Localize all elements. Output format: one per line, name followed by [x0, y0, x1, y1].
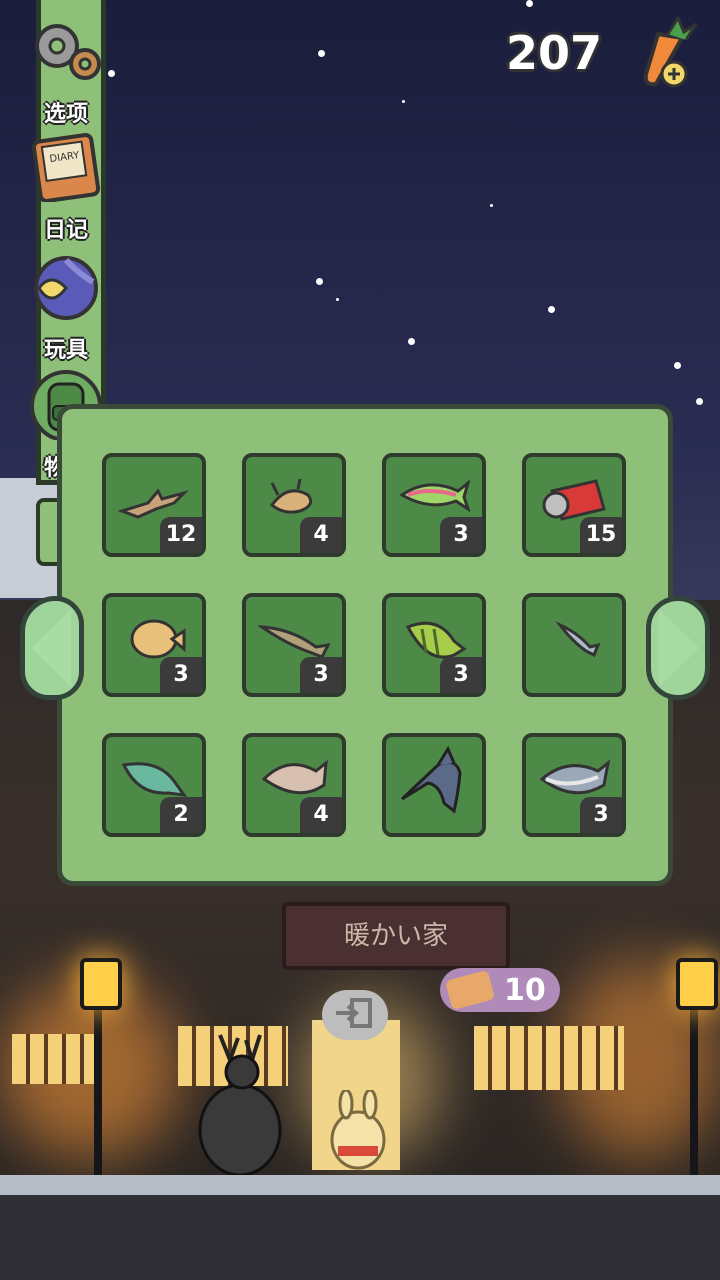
menu-label-options: 选项	[43, 102, 88, 127]
inventory-slot-grouper[interactable]: 2	[102, 733, 206, 837]
star	[526, 0, 533, 7]
street-lamp-post	[690, 990, 698, 1175]
previous-page-button[interactable]	[20, 596, 84, 700]
star	[490, 204, 493, 207]
star	[318, 50, 325, 57]
item-count: 15	[580, 517, 622, 553]
add-carrot-button[interactable]	[638, 14, 702, 94]
street-lamp	[676, 958, 718, 1010]
carrot-plus-icon	[643, 14, 698, 88]
diary-icon: DIARY	[27, 132, 105, 210]
inventory-slot-rainbow-trout[interactable]: 3	[382, 453, 486, 557]
chevron-right-icon	[659, 609, 699, 687]
inventory-slot-flounder[interactable]: 4	[242, 733, 346, 837]
street-lamp-post	[94, 990, 102, 1175]
inventory-slot-pike[interactable]: 3	[242, 593, 346, 697]
star	[696, 398, 703, 405]
road	[0, 1195, 720, 1280]
star	[316, 278, 323, 285]
shop-window	[12, 1034, 98, 1084]
menu-item-diary[interactable]: DIARY 日记	[20, 132, 112, 244]
item-count: 4	[300, 797, 342, 833]
shop-sign: 暖かい家	[282, 902, 510, 970]
item-count: 4	[300, 517, 342, 553]
bunny-shopkeeper-icon	[330, 1090, 386, 1170]
item-count: 3	[440, 657, 482, 693]
inventory-panel: 12 4 3 15 3 3 3 2 4 3	[57, 404, 673, 886]
inventory-slot-crushed-can[interactable]: 15	[522, 453, 626, 557]
inventory-slot-perch[interactable]: 3	[382, 593, 486, 697]
toys-icon	[27, 252, 105, 330]
ticket-icon	[444, 969, 496, 1011]
deer-visitor-icon	[198, 1034, 282, 1175]
menu-item-options[interactable]: 选项	[20, 16, 112, 128]
inventory-slot-sardine[interactable]	[522, 593, 626, 697]
inventory-slot-crab[interactable]: 4	[242, 453, 346, 557]
star	[674, 362, 681, 369]
sardine-icon	[555, 621, 601, 658]
street-lamp	[80, 958, 122, 1010]
swordfish-icon	[400, 745, 462, 814]
item-count: 3	[160, 657, 202, 693]
carrot-count: 207	[505, 26, 602, 80]
inventory-slot-tuna[interactable]: 3	[522, 733, 626, 837]
item-count: 12	[160, 517, 202, 553]
chevron-left-icon	[31, 609, 71, 687]
star	[402, 100, 405, 103]
gears-icon	[27, 16, 105, 94]
item-count: 2	[160, 797, 202, 833]
star	[336, 298, 339, 301]
menu-item-toys[interactable]: 玩具	[20, 252, 112, 364]
inventory-slot-flatfish[interactable]: 3	[102, 593, 206, 697]
ticket-count: 10	[504, 972, 546, 1008]
item-count: 3	[300, 657, 342, 693]
inventory-slot-swordfish[interactable]	[382, 733, 486, 837]
menu-label-toys: 玩具	[43, 338, 88, 363]
menu-label-diary: 日记	[43, 218, 88, 243]
item-count: 3	[580, 797, 622, 833]
item-count: 3	[440, 517, 482, 553]
inventory-grid: 12 4 3 15 3 3 3 2 4 3	[102, 453, 626, 837]
inventory-slot-driftwood[interactable]: 12	[102, 453, 206, 557]
exit-bubble[interactable]	[322, 990, 388, 1040]
next-page-button[interactable]	[646, 596, 710, 700]
shop-window	[474, 1026, 624, 1090]
star	[408, 338, 415, 345]
door-exit-icon	[336, 998, 372, 1028]
star	[548, 306, 555, 313]
ticket-bubble[interactable]: 10	[440, 968, 560, 1012]
